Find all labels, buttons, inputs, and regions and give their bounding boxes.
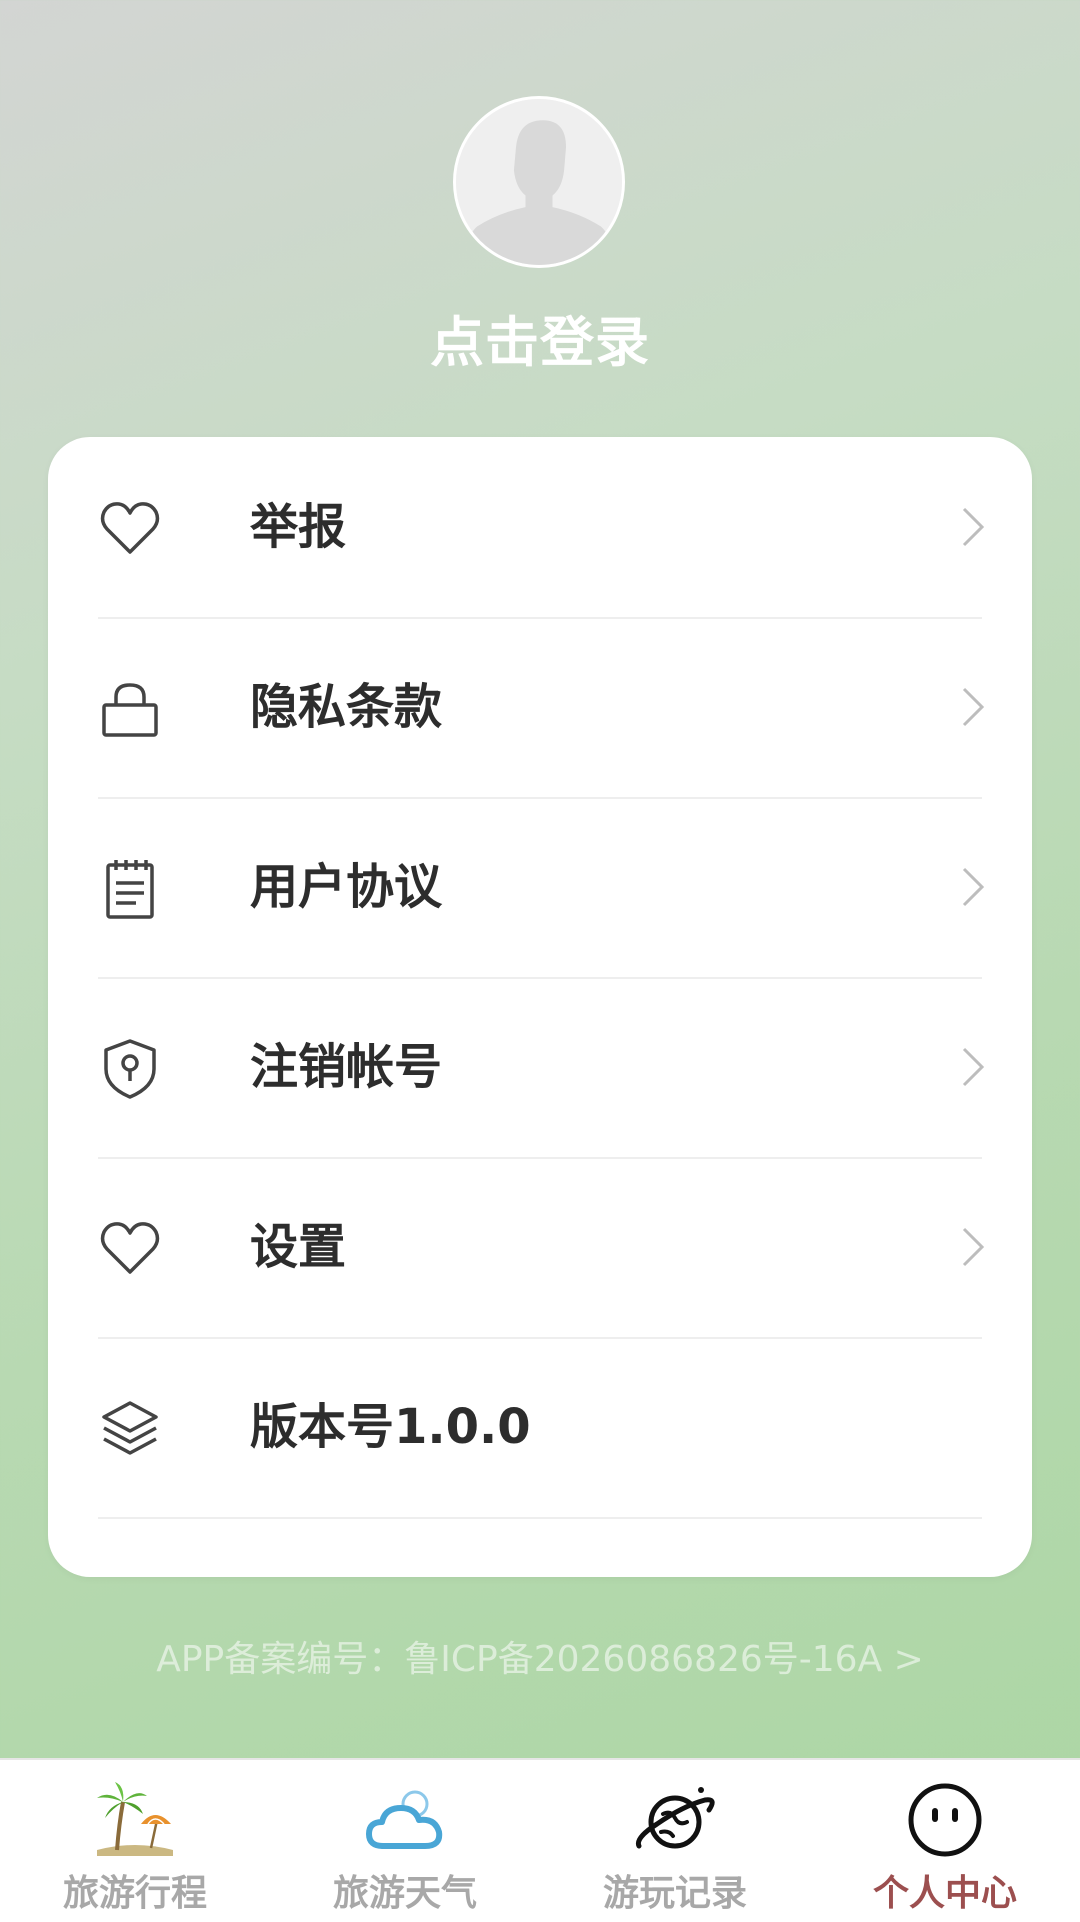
tab-play-records[interactable]: 游玩记录: [540, 1760, 810, 1922]
chevron-right-icon: [952, 1041, 992, 1093]
default-avatar-icon: [456, 99, 622, 265]
chevron-right-icon: [952, 861, 992, 913]
avatar[interactable]: [453, 96, 625, 268]
menu-item-privacy[interactable]: 隐私条款: [98, 617, 985, 799]
planet-icon: [635, 1780, 715, 1860]
shield-key-icon: [98, 1037, 162, 1101]
tab-travel-itinerary[interactable]: 旅游行程: [0, 1760, 270, 1922]
login-button[interactable]: 点击登录: [0, 298, 1080, 377]
tab-label: 个人中心: [872, 1873, 1017, 1914]
icp-record-link[interactable]: APP备案编号：鲁ICP备2026086826号-16A >: [0, 1630, 1080, 1682]
chevron-right-icon: [952, 1221, 992, 1273]
menu-item-label: 用户协议: [250, 859, 443, 915]
chevron-right-icon: [952, 681, 992, 733]
tab-personal-center[interactable]: 个人中心: [810, 1760, 1080, 1922]
menu-item-user-agreement[interactable]: 用户协议: [98, 797, 985, 979]
tab-label: 旅游行程: [62, 1873, 207, 1914]
menu-item-label: 隐私条款: [250, 679, 443, 735]
palm-tree-icon: [95, 1780, 175, 1860]
chevron-right-icon: [952, 501, 992, 553]
cloud-sun-icon: [365, 1780, 445, 1860]
profile-header: 点击登录: [0, 0, 1080, 420]
menu-item-delete-account[interactable]: 注销帐号: [98, 977, 985, 1159]
lock-icon: [98, 677, 162, 741]
tab-travel-weather[interactable]: 旅游天气: [270, 1760, 540, 1922]
heart-icon: [98, 497, 162, 561]
notepad-icon: [98, 857, 162, 921]
menu-card: 举报 隐私条款 用户协议 注销帐号 设置 版本号1.0.0: [48, 437, 1032, 1577]
tab-label: 游玩记录: [602, 1873, 747, 1914]
menu-item-label: 设置: [250, 1219, 347, 1275]
tab-label: 旅游天气: [332, 1873, 477, 1914]
menu-item-version: 版本号1.0.0: [98, 1337, 982, 1519]
version-label: 版本号1.0.0: [250, 1399, 531, 1455]
menu-item-settings[interactable]: 设置: [98, 1157, 985, 1339]
smiley-face-icon: [905, 1780, 985, 1860]
heart-icon: [98, 1217, 162, 1281]
menu-item-label: 注销帐号: [250, 1039, 443, 1095]
bottom-tab-bar: 旅游行程 旅游天气 游玩记录 个人中心: [0, 1758, 1080, 1922]
menu-item-report[interactable]: 举报: [98, 437, 985, 619]
menu-item-label: 举报: [250, 499, 347, 555]
layers-icon: [98, 1397, 162, 1461]
